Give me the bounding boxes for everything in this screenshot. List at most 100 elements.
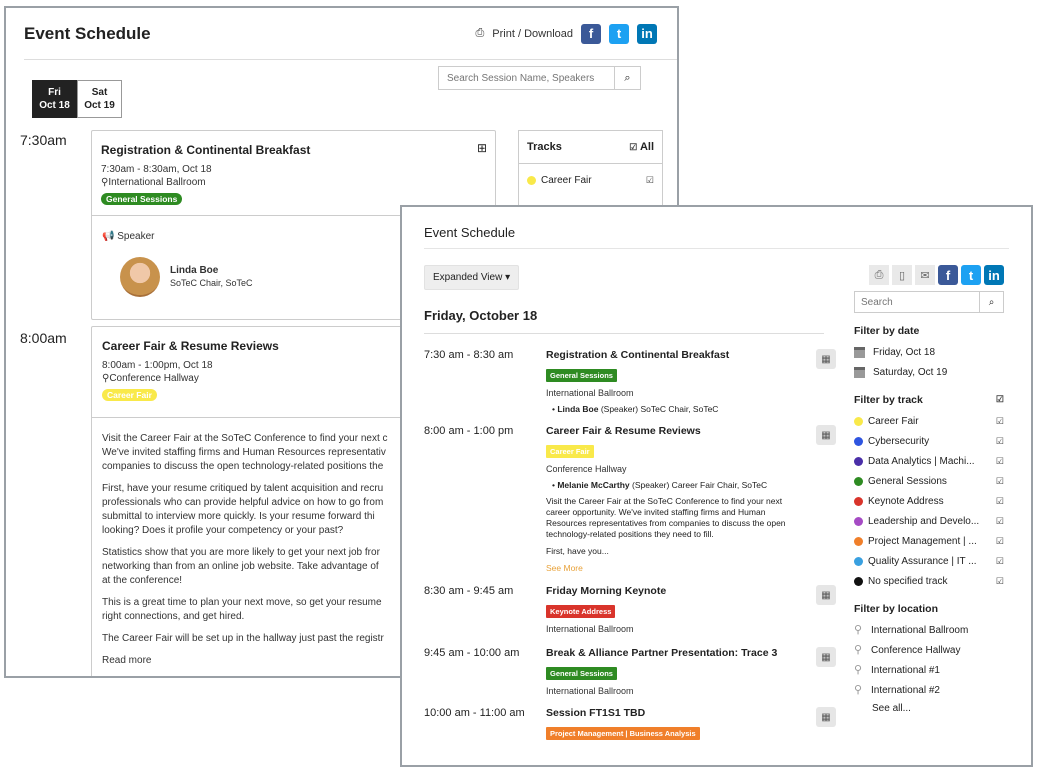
back-search: ⌕: [438, 66, 641, 90]
track-filter-item[interactable]: Cybersecurity ☑: [854, 431, 1004, 451]
track-filter-item[interactable]: Keynote Address ☑: [854, 491, 1004, 511]
track-checkbox[interactable]: ☑: [996, 496, 1004, 507]
speaker-role: SoTeC Chair, SoTeC: [170, 278, 253, 288]
print-icon[interactable]: ⎙: [475, 27, 484, 40]
track-filter-item[interactable]: Data Analytics | Machi... ☑: [854, 451, 1004, 471]
event-time: 9:45 am - 10:00 am: [424, 647, 520, 659]
front-search: ⌕: [854, 291, 1004, 313]
track-checkbox[interactable]: ☑: [996, 536, 1004, 547]
track-color-dot: [854, 416, 863, 426]
location-filter-item[interactable]: ⚲ International Ballroom: [854, 620, 1004, 640]
track-checkbox[interactable]: ☑: [646, 175, 654, 186]
print-icon[interactable]: ⎙: [869, 265, 889, 285]
session-location: ⚲International Ballroom: [101, 177, 206, 188]
twitter-icon[interactable]: t: [609, 23, 629, 44]
event-title[interactable]: Break & Alliance Partner Presentation: T…: [546, 647, 786, 659]
time-slot: 7:30am: [20, 132, 67, 148]
see-more-link[interactable]: See More: [546, 563, 786, 573]
back-search-input[interactable]: [439, 67, 614, 89]
time-slot: 8:00am: [20, 330, 67, 346]
track-checkbox[interactable]: ☑: [996, 416, 1004, 427]
event-speaker: • Linda Boe (Speaker) SoTeC Chair, SoTeC: [552, 404, 719, 414]
schedule-list: Expanded View ▾ Friday, October 18 7:30 …: [424, 265, 836, 740]
location-filter-item[interactable]: ⚲ Conference Hallway: [854, 640, 1004, 660]
track-filter-item[interactable]: General Sessions ☑: [854, 471, 1004, 491]
facebook-icon[interactable]: f: [581, 23, 601, 44]
track-filter-item[interactable]: No specified track ☑: [854, 571, 1004, 591]
track-checkbox[interactable]: ☑: [996, 436, 1004, 447]
facebook-icon[interactable]: f: [938, 265, 958, 285]
email-icon[interactable]: ✉: [915, 265, 935, 285]
event-description-more: First, have you...: [546, 546, 609, 556]
track-all-checkbox[interactable]: ☑: [996, 394, 1004, 406]
event-title[interactable]: Friday Morning Keynote: [546, 585, 786, 597]
mobile-icon[interactable]: ▯: [892, 265, 912, 285]
track-color-dot: [854, 476, 863, 486]
location-filter-item[interactable]: ⚲ International #2: [854, 680, 1004, 700]
date-tab-sat[interactable]: Sat Oct 19: [77, 80, 122, 118]
track-filter-item[interactable]: Quality Assurance | IT ... ☑: [854, 551, 1004, 571]
track-checkbox[interactable]: ☑: [996, 456, 1004, 467]
share-icons: ⎙ ▯ ✉ f t in: [854, 265, 1004, 285]
session-title[interactable]: Registration & Continental Breakfast: [101, 143, 486, 157]
track-checkbox[interactable]: ☑: [996, 516, 1004, 527]
avatar: [120, 257, 160, 297]
location-pin-icon: ⚲: [854, 683, 863, 696]
view-dropdown[interactable]: Expanded View ▾: [424, 265, 520, 290]
track-checkbox[interactable]: ☑: [996, 576, 1004, 587]
front-search-input[interactable]: [855, 292, 979, 312]
add-to-calendar-icon[interactable]: ▦: [816, 707, 836, 727]
track-tag: General Sessions: [546, 369, 617, 382]
track-filter-item[interactable]: Project Management | ... ☑: [854, 531, 1004, 551]
twitter-icon[interactable]: t: [961, 265, 981, 285]
speaker-name[interactable]: Linda Boe: [170, 264, 253, 277]
event-location: International Ballroom: [546, 686, 634, 696]
track-color-dot: [854, 456, 863, 466]
add-to-calendar-icon[interactable]: ▦: [816, 349, 836, 369]
back-header: Event Schedule ⎙ Print / Download f t in: [24, 8, 677, 60]
linkedin-icon[interactable]: in: [637, 23, 657, 44]
add-to-calendar-icon[interactable]: ▦: [816, 585, 836, 605]
event-description: Visit the Career Fair at the SoTeC Confe…: [546, 496, 786, 539]
location-filter-item[interactable]: ⚲ International #1: [854, 660, 1004, 680]
date-filter-item[interactable]: Saturday, Oct 19: [854, 362, 1004, 382]
track-checkbox[interactable]: ☑: [996, 556, 1004, 567]
track-color-dot: [854, 516, 863, 526]
date-filter-item[interactable]: Friday, Oct 18: [854, 342, 1004, 362]
track-tag: Keynote Address: [546, 605, 616, 618]
print-download-link[interactable]: Print / Download: [492, 28, 573, 40]
event-title[interactable]: Registration & Continental Breakfast: [546, 349, 786, 361]
calendar-icon: [854, 366, 865, 378]
add-to-calendar-icon[interactable]: ⊞: [477, 141, 487, 155]
track-tag: Project Management | Business Analysis: [546, 727, 700, 740]
track-item: Career Fair: [527, 175, 592, 186]
search-icon[interactable]: ⌕: [979, 292, 1003, 312]
track-color-dot: [854, 536, 863, 546]
session-time: 7:30am - 8:30am, Oct 18: [101, 164, 212, 175]
tracks-heading: Tracks: [527, 141, 562, 153]
event-time: 10:00 am - 11:00 am: [424, 707, 525, 719]
add-to-calendar-icon[interactable]: ▦: [816, 425, 836, 445]
event-location: International Ballroom: [546, 388, 634, 398]
track-color-dot: [854, 556, 863, 566]
filter-location-heading: Filter by location: [854, 603, 939, 615]
location-pin-icon: ⚲: [854, 643, 863, 656]
tracks-all-checkbox[interactable]: ☑ All: [629, 141, 654, 153]
event-title[interactable]: Career Fair & Resume Reviews: [546, 425, 786, 437]
event-title[interactable]: Session FT1S1 TBD: [546, 707, 786, 719]
add-to-calendar-icon[interactable]: ▦: [816, 647, 836, 667]
search-icon[interactable]: ⌕: [614, 67, 640, 89]
event-location: Conference Hallway: [546, 464, 627, 474]
see-all-locations-link[interactable]: See all...: [854, 700, 1004, 716]
date-tab-fri[interactable]: Fri Oct 18: [32, 80, 77, 118]
location-pin-icon: ⚲: [854, 663, 863, 676]
track-checkbox[interactable]: ☑: [996, 476, 1004, 487]
track-tag: General Sessions: [546, 667, 617, 680]
event-location: International Ballroom: [546, 624, 634, 634]
filter-sidebar: ⎙ ▯ ✉ f t in ⌕ Filter by date Friday, Oc…: [854, 265, 1004, 716]
filter-track-heading: Filter by track ☑: [854, 394, 1004, 406]
track-color-dot: [854, 436, 863, 446]
track-filter-item[interactable]: Career Fair ☑: [854, 411, 1004, 431]
linkedin-icon[interactable]: in: [984, 265, 1004, 285]
track-filter-item[interactable]: Leadership and Develo... ☑: [854, 511, 1004, 531]
